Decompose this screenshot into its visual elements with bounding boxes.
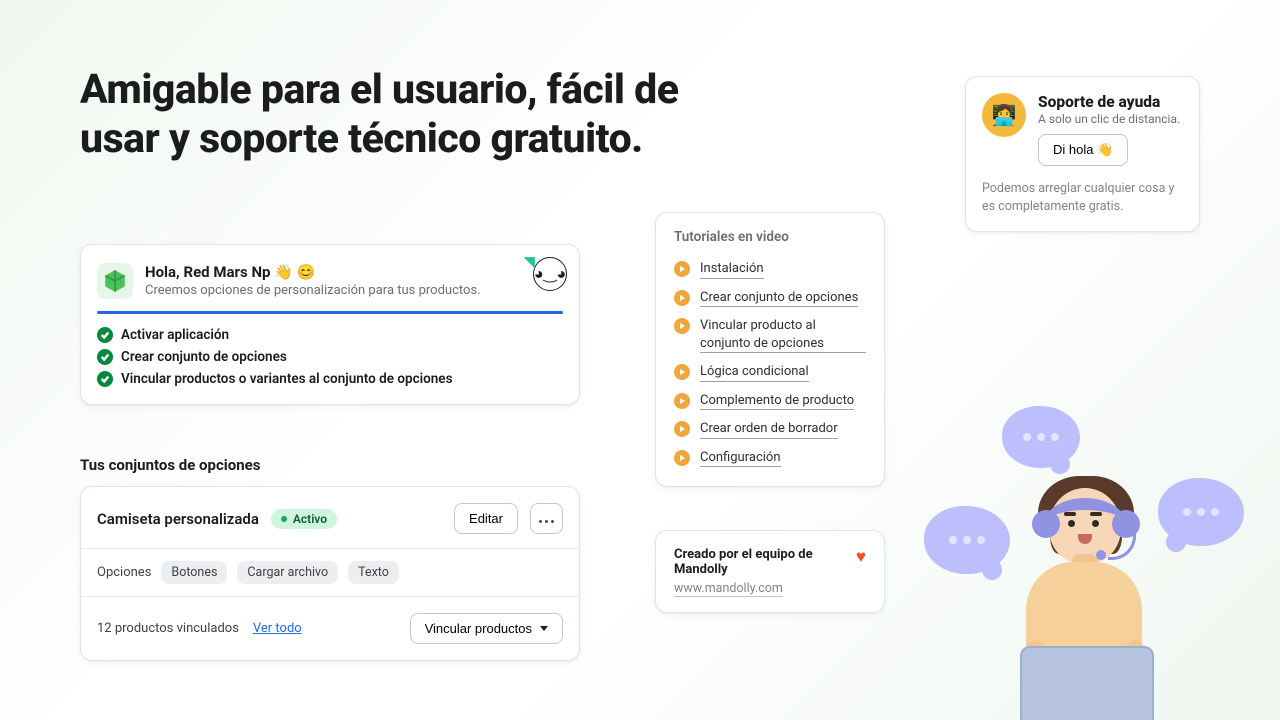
edit-button[interactable]: Editar bbox=[454, 503, 518, 534]
onboarding-step[interactable]: Crear conjunto de opciones bbox=[97, 346, 563, 368]
tutorial-link: Vincular producto al conjunto de opcione… bbox=[700, 317, 866, 353]
support-illustration bbox=[1000, 470, 1180, 720]
onboarding-step[interactable]: Vincular productos o variantes al conjun… bbox=[97, 368, 563, 390]
tutorial-item[interactable]: Crear conjunto de opciones bbox=[674, 284, 866, 313]
option-set-name: Camiseta personalizada bbox=[97, 510, 259, 528]
tutorial-link: Complemento de producto bbox=[700, 392, 854, 411]
onboarding-step-label: Activar aplicación bbox=[121, 327, 229, 343]
option-chip: Botones bbox=[161, 561, 227, 584]
assistant-avatar-icon: ◕‿◕ bbox=[533, 257, 567, 291]
greeting-subtitle: Creemos opciones de personalización para… bbox=[145, 283, 563, 298]
more-actions-button[interactable] bbox=[530, 503, 563, 534]
tutorial-link: Configuración bbox=[700, 449, 781, 468]
tutorial-link: Crear orden de borrador bbox=[700, 420, 838, 439]
linked-products-summary: 12 productos vinculados bbox=[97, 621, 239, 636]
greeting-text: Hola, Red Mars Np 👋 😊 bbox=[145, 263, 563, 281]
play-icon bbox=[674, 421, 690, 437]
tutorial-link: Crear conjunto de opciones bbox=[700, 289, 858, 308]
option-chip: Cargar archivo bbox=[237, 561, 338, 584]
credits-card: Creado por el equipo de Mandolly www.man… bbox=[655, 530, 885, 613]
say-hi-button[interactable]: Di hola 👋 bbox=[1038, 134, 1128, 166]
tutorial-link: Lógica condicional bbox=[700, 363, 809, 382]
play-icon bbox=[674, 318, 690, 334]
play-icon bbox=[674, 261, 690, 277]
link-products-button[interactable]: Vincular productos bbox=[410, 613, 563, 644]
tutorials-card: Tutoriales en video Instalación Crear co… bbox=[655, 212, 885, 487]
play-icon bbox=[674, 450, 690, 466]
check-icon bbox=[97, 349, 113, 365]
status-badge: Activo bbox=[271, 509, 337, 529]
onboarding-step-label: Crear conjunto de opciones bbox=[121, 349, 287, 365]
tutorial-item[interactable]: Lógica condicional bbox=[674, 358, 866, 387]
tutorial-link: Instalación bbox=[700, 260, 764, 279]
support-subtitle: A solo un clic de distancia. bbox=[1038, 112, 1183, 126]
play-icon bbox=[674, 364, 690, 380]
speech-bubble-icon bbox=[1002, 406, 1080, 468]
speech-bubble-icon bbox=[924, 506, 1010, 574]
ellipsis-icon bbox=[539, 520, 554, 523]
chevron-down-icon bbox=[540, 626, 548, 631]
link-products-button-label: Vincular productos bbox=[425, 621, 532, 636]
check-icon bbox=[97, 371, 113, 387]
tutorials-heading: Tutoriales en video bbox=[674, 229, 866, 245]
credits-title: Creado por el equipo de Mandolly bbox=[674, 547, 846, 577]
support-card: 👩‍💻 Soporte de ayuda A solo un clic de d… bbox=[965, 76, 1200, 232]
support-footer: Podemos arreglar cualquier cosa y es com… bbox=[982, 180, 1183, 215]
onboarding-step[interactable]: Activar aplicación bbox=[97, 324, 563, 346]
page-title: Amigable para el usuario, fácil de usar … bbox=[80, 66, 720, 164]
heart-icon: ♥ bbox=[856, 547, 866, 567]
app-icon bbox=[97, 263, 133, 299]
option-set-card: Camiseta personalizada Activo Editar Opc… bbox=[80, 486, 580, 661]
option-chip: Texto bbox=[348, 561, 399, 584]
options-label: Opciones bbox=[97, 565, 151, 580]
onboarding-step-label: Vincular productos o variantes al conjun… bbox=[121, 371, 453, 387]
onboarding-card: Hola, Red Mars Np 👋 😊 Creemos opciones d… bbox=[80, 244, 580, 405]
play-icon bbox=[674, 393, 690, 409]
credits-link[interactable]: www.mandolly.com bbox=[674, 581, 783, 597]
support-agent-icon: 👩‍💻 bbox=[982, 93, 1026, 137]
tutorial-item[interactable]: Complemento de producto bbox=[674, 387, 866, 416]
tutorial-item[interactable]: Instalación bbox=[674, 255, 866, 284]
tutorial-item[interactable]: Vincular producto al conjunto de opcione… bbox=[674, 312, 866, 358]
option-sets-heading: Tus conjuntos de opciones bbox=[80, 456, 260, 474]
support-title: Soporte de ayuda bbox=[1038, 93, 1183, 111]
check-icon bbox=[97, 327, 113, 343]
tutorial-item[interactable]: Crear orden de borrador bbox=[674, 415, 866, 444]
view-all-link[interactable]: Ver todo bbox=[253, 621, 302, 636]
play-icon bbox=[674, 290, 690, 306]
onboarding-progress-bar bbox=[97, 311, 563, 314]
tutorial-item[interactable]: Configuración bbox=[674, 444, 866, 473]
